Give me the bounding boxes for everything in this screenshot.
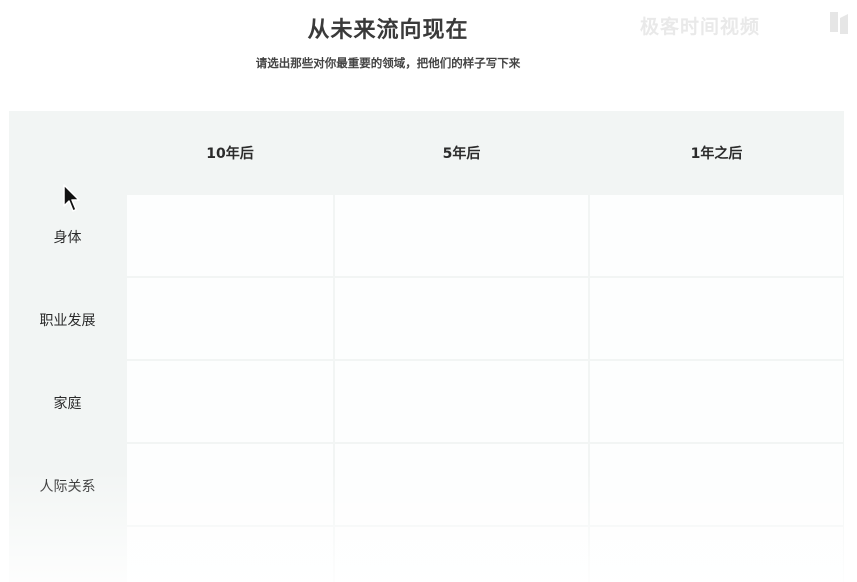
page-subtitle: 请选出那些对你最重要的领域，把他们的样子写下来 (255, 56, 521, 70)
column-header-10-years: 10年后 (206, 146, 254, 162)
table-cell[interactable] (335, 278, 588, 359)
table-header: 10年后 5年后 1年之后 (9, 111, 844, 194)
table-cell[interactable] (127, 527, 333, 582)
table-cell[interactable] (590, 444, 843, 525)
table-cell[interactable] (335, 527, 588, 582)
table-cell[interactable] (127, 361, 333, 442)
table-cell[interactable] (335, 444, 588, 525)
row-label-family: 家庭 (53, 396, 82, 412)
table-cell[interactable] (127, 444, 333, 525)
table-cell[interactable] (127, 278, 333, 359)
table-cell[interactable] (590, 361, 843, 442)
mouse-pointer-icon (63, 184, 80, 212)
table-cell[interactable] (127, 195, 333, 276)
planning-table: 10年后 5年后 1年之后 身体 职业发展 家庭 人际关系 (9, 111, 844, 582)
table-cell[interactable] (590, 195, 843, 276)
column-header-1-year: 1年之后 (690, 146, 743, 162)
row-label-body: 身体 (53, 230, 82, 246)
table-cell[interactable] (335, 195, 588, 276)
table-cell[interactable] (590, 278, 843, 359)
geektime-logo-icon (830, 12, 848, 34)
row-label-relationships: 人际关系 (39, 479, 96, 495)
column-header-5-years: 5年后 (442, 146, 481, 162)
watermark-text: 极客时间视频 (640, 16, 761, 38)
row-label-career: 职业发展 (39, 313, 96, 329)
table-cell[interactable] (335, 361, 588, 442)
table-cells (126, 194, 844, 582)
row-label-column: 身体 职业发展 家庭 人际关系 (9, 194, 126, 582)
table-cell[interactable] (590, 527, 843, 582)
